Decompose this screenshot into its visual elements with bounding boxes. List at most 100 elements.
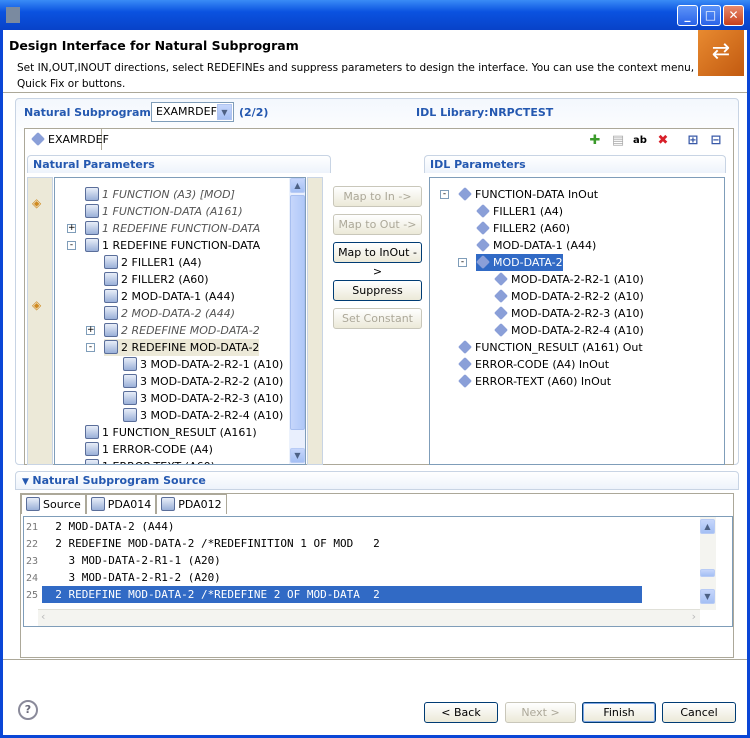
expander-plus-icon[interactable]: +: [86, 326, 95, 335]
add-icon[interactable]: ✚: [587, 133, 603, 149]
editor-vscrollbar[interactable]: ▲ ▼: [700, 517, 716, 610]
expander-minus-icon[interactable]: -: [440, 190, 449, 199]
redefine-marker-icon[interactable]: ◈: [32, 196, 41, 210]
tree-item[interactable]: MOD-DATA-2-R2-2 (A10): [494, 288, 644, 305]
tree-item[interactable]: 3 MOD-DATA-2-R2-2 (A10): [123, 373, 283, 390]
parameter-icon: [123, 374, 137, 388]
map-to-out-button[interactable]: Map to Out ->: [333, 214, 422, 235]
parameter-icon: [104, 340, 118, 354]
source-tab-pda014[interactable]: PDA014: [85, 494, 157, 514]
set-constant-button[interactable]: Set Constant: [333, 308, 422, 329]
tree-item[interactable]: MOD-DATA-1 (A44): [476, 237, 596, 254]
code-line[interactable]: 21 2 MOD-DATA-2 (A44): [24, 518, 644, 535]
idl-params-tree[interactable]: - FUNCTION-DATA InOut FILLER1 (A4) FILLER2 …: [429, 177, 725, 465]
source-tab-source[interactable]: Source: [21, 494, 86, 514]
tree-item[interactable]: MOD-DATA-2: [476, 254, 563, 271]
subprogram-select[interactable]: EXAMRDEF ▼: [151, 102, 234, 122]
rename-icon[interactable]: ab: [632, 133, 648, 149]
code-line[interactable]: 24 3 MOD-DATA-2-R1-2 (A20): [24, 569, 644, 586]
code-line[interactable]: 25 2 REDEFINE MOD-DATA-2 /*REDEFINE 2 OF…: [24, 586, 644, 603]
collapse-triangle-icon[interactable]: ▼: [22, 477, 29, 487]
map-to-inout-button[interactable]: Map to InOut ->: [333, 242, 422, 278]
minimize-button[interactable]: _: [677, 5, 698, 26]
delete-icon[interactable]: ✖: [655, 133, 671, 149]
source-tab-pda012[interactable]: PDA012: [156, 494, 227, 514]
natural-params-tree[interactable]: 1 FUNCTION (A3) [MOD] 1 FUNCTION-DATA (A1…: [54, 177, 306, 465]
tree-item[interactable]: 1 REDEFINE FUNCTION-DATA: [85, 237, 260, 254]
scroll-up-icon[interactable]: ▲: [290, 178, 305, 193]
collapse-all-icon[interactable]: ⊟: [708, 133, 724, 149]
code-line[interactable]: 23 3 MOD-DATA-2-R1-1 (A20): [24, 552, 644, 569]
tree-item[interactable]: FUNCTION-DATA InOut: [458, 186, 598, 203]
copy-icon[interactable]: ▤: [610, 133, 626, 149]
scroll-down-icon[interactable]: ▼: [700, 589, 715, 604]
tab-label: PDA014: [107, 498, 152, 511]
code-line[interactable]: 22 2 REDEFINE MOD-DATA-2 /*REDEFINITION …: [24, 535, 644, 552]
tree-item[interactable]: 1 ERROR-TEXT (A60): [85, 458, 215, 464]
tree-item[interactable]: 3 MOD-DATA-2-R2-1 (A10): [123, 356, 283, 373]
map-to-in-button[interactable]: Map to In ->: [333, 186, 422, 207]
line-number: 22: [26, 539, 39, 550]
redefine-marker-icon[interactable]: ◈: [32, 298, 41, 312]
expander-minus-icon[interactable]: -: [86, 343, 95, 352]
tree-item-label: ERROR-TEXT (A60) InOut: [475, 375, 612, 388]
tree-item[interactable]: 3 MOD-DATA-2-R2-4 (A10): [123, 407, 283, 424]
parameter-icon: [85, 238, 99, 252]
tree-item[interactable]: 2 REDEFINE MOD-DATA-2: [104, 339, 260, 356]
back-button[interactable]: < Back: [424, 702, 498, 723]
close-button[interactable]: ✕: [723, 5, 744, 26]
scroll-thumb[interactable]: [290, 195, 305, 430]
tree-item[interactable]: FILLER2 (A60): [476, 220, 570, 237]
tree-item[interactable]: 2 FILLER2 (A60): [104, 271, 209, 288]
tree-item[interactable]: MOD-DATA-2-R2-4 (A10): [494, 322, 644, 339]
expander-minus-icon[interactable]: -: [458, 258, 467, 267]
expander-plus-icon[interactable]: +: [67, 224, 76, 233]
tree-item[interactable]: 1 FUNCTION-DATA (A161): [85, 203, 243, 220]
tree-item[interactable]: MOD-DATA-2-R2-3 (A10): [494, 305, 644, 322]
tree-item-label: 3 MOD-DATA-2-R2-4 (A10): [140, 409, 284, 422]
expander-minus-icon[interactable]: -: [67, 241, 76, 250]
scroll-down-icon[interactable]: ▼: [290, 448, 305, 463]
scroll-thumb[interactable]: [700, 569, 715, 577]
maximize-button[interactable]: □: [700, 5, 721, 26]
cancel-button[interactable]: Cancel: [662, 702, 736, 723]
source-editor[interactable]: 21 2 MOD-DATA-2 (A44) 22 2 REDEFINE MOD-D…: [23, 516, 733, 627]
idl-library-label: IDL Library:: [416, 106, 489, 119]
next-button[interactable]: Next >: [505, 702, 576, 723]
tree-item[interactable]: 2 FILLER1 (A4): [104, 254, 202, 271]
tree-item[interactable]: ERROR-CODE (A4) InOut: [458, 356, 609, 373]
tree-item[interactable]: FILLER1 (A4): [476, 203, 563, 220]
chevron-down-icon[interactable]: ▼: [217, 104, 232, 120]
tree-item-label: 2 MOD-DATA-2 (A44): [121, 307, 236, 320]
tree-item[interactable]: 2 MOD-DATA-1 (A44): [104, 288, 235, 305]
tab-examrdef[interactable]: EXAMRDEF: [24, 128, 109, 150]
scroll-right-icon[interactable]: ›: [692, 610, 696, 623]
help-icon[interactable]: ?: [18, 700, 38, 720]
tree-item[interactable]: 3 MOD-DATA-2-R2-3 (A10): [123, 390, 283, 407]
expand-all-icon[interactable]: ⊞: [685, 133, 701, 149]
parameter-icon: [123, 408, 137, 422]
tree-item[interactable]: 2 MOD-DATA-2 (A44): [104, 305, 235, 322]
tree-item-label: 2 FILLER1 (A4): [121, 256, 202, 269]
tree-item-label: 2 REDEFINE MOD-DATA-2: [121, 341, 260, 354]
finish-button[interactable]: Finish: [582, 702, 656, 723]
tree-item[interactable]: 1 REDEFINE FUNCTION-DATA: [85, 220, 260, 237]
tree-item[interactable]: 2 REDEFINE MOD-DATA-2: [104, 322, 260, 339]
footer-divider: [3, 659, 747, 660]
tree-item[interactable]: 1 ERROR-CODE (A4): [85, 441, 213, 458]
app-icon: [6, 7, 20, 23]
source-section-header[interactable]: ▼ Natural Subprogram Source: [15, 471, 739, 490]
tree-item[interactable]: 1 FUNCTION (A3) [MOD]: [85, 186, 235, 203]
tree-item[interactable]: FUNCTION_RESULT (A161) Out: [458, 339, 643, 356]
tree-item[interactable]: MOD-DATA-2-R2-1 (A10): [494, 271, 644, 288]
tree-item[interactable]: 1 FUNCTION_RESULT (A161): [85, 424, 257, 441]
tree-item-label: 1 ERROR-CODE (A4): [102, 443, 213, 456]
tree-item-label: 3 MOD-DATA-2-R2-3 (A10): [140, 392, 284, 405]
natural-tree-scrollbar[interactable]: ▲ ▼: [289, 178, 305, 464]
editor-hscrollbar[interactable]: ‹ ›: [38, 609, 700, 626]
scroll-left-icon[interactable]: ‹: [41, 610, 45, 623]
tree-item[interactable]: ERROR-TEXT (A60) InOut: [458, 373, 611, 390]
suppress-button[interactable]: Suppress: [333, 280, 422, 301]
tree-item-label: FILLER2 (A60): [493, 222, 571, 235]
scroll-up-icon[interactable]: ▲: [700, 519, 715, 534]
